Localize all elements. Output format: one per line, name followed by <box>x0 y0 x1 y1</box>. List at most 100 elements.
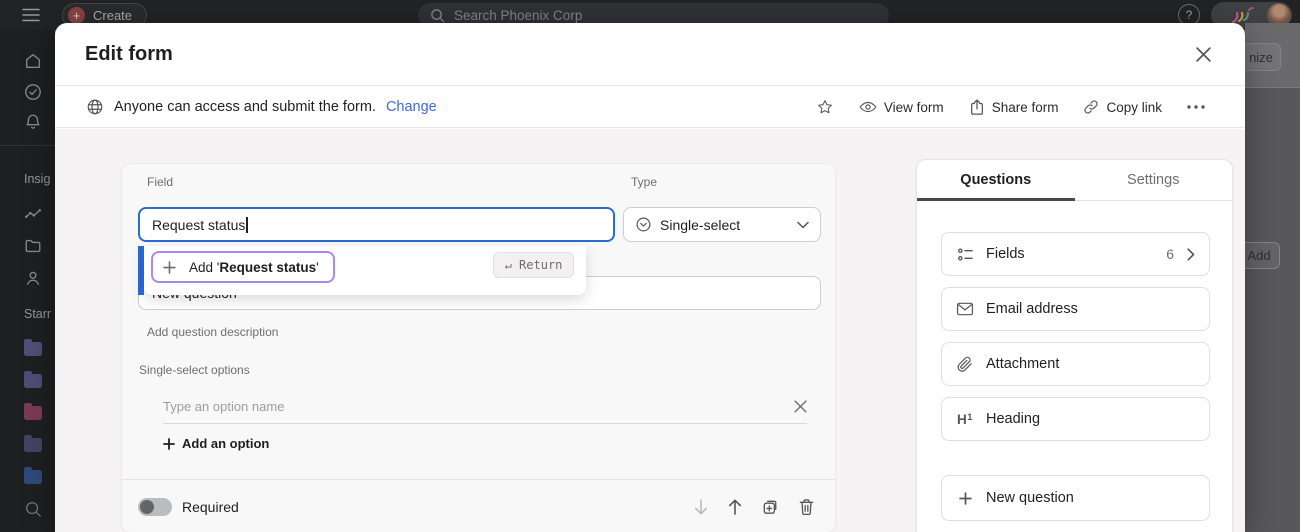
required-label: Required <box>182 499 239 515</box>
view-form-label: View form <box>884 100 944 115</box>
panel-item-attachment[interactable]: Attachment <box>941 342 1210 386</box>
copy-link-label: Copy link <box>1106 100 1162 115</box>
return-key-hint: ↵ Return <box>493 252 574 278</box>
starred-section-label: Starr <box>24 307 51 321</box>
customize-button[interactable]: nize <box>1241 43 1281 71</box>
more-options-button[interactable] <box>1187 105 1205 109</box>
panel-item-heading[interactable]: H1 Heading <box>941 397 1210 441</box>
trash-icon <box>798 498 815 516</box>
customize-label: nize <box>1249 50 1273 65</box>
panel-item-fields[interactable]: Fields 6 <box>941 232 1210 276</box>
plus-circle-icon: + <box>68 7 85 24</box>
menu-icon[interactable] <box>22 7 40 23</box>
star-icon <box>816 98 834 116</box>
close-icon[interactable] <box>1195 46 1212 63</box>
link-icon <box>1083 99 1099 115</box>
panel-tabs: Questions Settings <box>917 160 1232 201</box>
heading-icon: H1 <box>956 412 974 427</box>
access-banner: Anyone can access and submit the form. C… <box>86 86 437 128</box>
field-label: Field <box>147 175 173 189</box>
plus-icon <box>163 438 175 450</box>
add-option-button[interactable]: Add an option <box>163 436 269 451</box>
search-icon[interactable] <box>24 500 42 518</box>
toolbar-actions: View form Share form Copy link <box>816 86 1205 128</box>
search-placeholder: Search Phoenix Corp <box>454 8 582 23</box>
page-overlay-right: nize Add <box>1245 23 1300 532</box>
project-folder-icon[interactable] <box>24 406 42 420</box>
panel-item-label: Heading <box>986 411 1040 427</box>
type-select[interactable]: Single-select <box>623 207 821 242</box>
panel-item-label: Attachment <box>986 356 1059 372</box>
move-down-button[interactable] <box>693 498 709 516</box>
tab-questions[interactable]: Questions <box>917 160 1075 200</box>
project-folder-icon[interactable] <box>24 374 42 388</box>
card-footer: Required <box>122 480 835 532</box>
help-icon: ? <box>1186 8 1193 22</box>
chart-icon[interactable] <box>24 205 42 223</box>
plus-icon <box>956 492 974 505</box>
app-root: + Create Search Phoenix Corp ? <box>0 0 1300 532</box>
new-question-button[interactable]: New question <box>941 475 1210 521</box>
project-folder-icon[interactable] <box>24 342 42 356</box>
insights-section-label: Insig <box>24 172 50 186</box>
fields-meta: 6 <box>1166 246 1195 262</box>
option-name-input[interactable]: Type an option name <box>163 399 794 414</box>
search-icon <box>430 8 445 23</box>
tab-settings[interactable]: Settings <box>1075 160 1233 200</box>
arrow-up-icon <box>727 498 743 516</box>
modal-header: Edit form <box>55 23 1245 86</box>
add-field-suggestion[interactable]: Add 'Request status' <box>151 251 335 283</box>
questions-panel: Questions Settings Fields 6 <box>916 159 1233 532</box>
home-icon[interactable] <box>24 52 42 70</box>
edit-form-modal: Edit form Anyone can access and submit t… <box>55 23 1245 532</box>
bell-icon[interactable] <box>24 113 42 131</box>
check-circle-icon[interactable] <box>24 83 42 101</box>
required-toggle[interactable] <box>138 498 172 516</box>
field-name-input[interactable]: Request status <box>138 207 615 242</box>
chevron-down-icon <box>797 221 809 229</box>
modal-toolbar: Anyone can access and submit the form. C… <box>55 86 1245 128</box>
sidebar: Insig Starr <box>0 30 55 532</box>
ellipsis-icon <box>1187 105 1205 109</box>
fields-count: 6 <box>1166 246 1174 262</box>
add-label: Add <box>1247 248 1270 263</box>
text-cursor <box>246 217 248 233</box>
panel-item-label: Email address <box>986 301 1078 317</box>
add-description-button[interactable]: Add question description <box>147 325 278 339</box>
plus-icon <box>163 261 176 274</box>
share-form-label: Share form <box>992 100 1059 115</box>
access-banner-text: Anyone can access and submit the form. <box>114 99 376 115</box>
add-option-label: Add an option <box>182 436 269 451</box>
single-select-icon <box>635 216 652 233</box>
move-up-button[interactable] <box>727 498 743 516</box>
duplicate-button[interactable] <box>761 497 780 516</box>
view-form-button[interactable]: View form <box>859 100 944 115</box>
suggestion-text: Add 'Request status' <box>189 260 319 275</box>
favorite-button[interactable] <box>816 98 834 116</box>
share-form-button[interactable]: Share form <box>969 99 1059 116</box>
create-label: Create <box>93 8 132 23</box>
panel-item-email[interactable]: Email address <box>941 287 1210 331</box>
globe-icon <box>86 98 104 116</box>
modal-content: Field Type Request status Single-select … <box>55 129 1245 532</box>
question-editor-card: Field Type Request status Single-select … <box>121 163 836 532</box>
chevron-right-icon <box>1187 248 1195 261</box>
delete-button[interactable] <box>798 498 815 516</box>
remove-option-button[interactable] <box>794 400 807 413</box>
panel-body: Fields 6 Email address <box>941 232 1210 532</box>
share-icon <box>969 99 985 116</box>
toggle-knob <box>140 500 154 514</box>
field-suggestion-popup: Add 'Request status' ↵ Return <box>144 246 586 295</box>
copy-link-button[interactable]: Copy link <box>1083 99 1162 115</box>
project-folder-icon[interactable] <box>24 438 42 452</box>
modal-title: Edit form <box>85 43 173 66</box>
question-actions <box>693 497 815 516</box>
fields-icon <box>956 246 974 263</box>
change-access-link[interactable]: Change <box>386 99 437 115</box>
field-name-value: Request status <box>152 217 245 233</box>
new-question-label: New question <box>986 490 1074 506</box>
project-folder-icon[interactable] <box>24 470 42 484</box>
panel-item-label: Fields <box>986 246 1025 262</box>
folder-icon[interactable] <box>24 237 42 255</box>
person-icon[interactable] <box>24 269 42 287</box>
